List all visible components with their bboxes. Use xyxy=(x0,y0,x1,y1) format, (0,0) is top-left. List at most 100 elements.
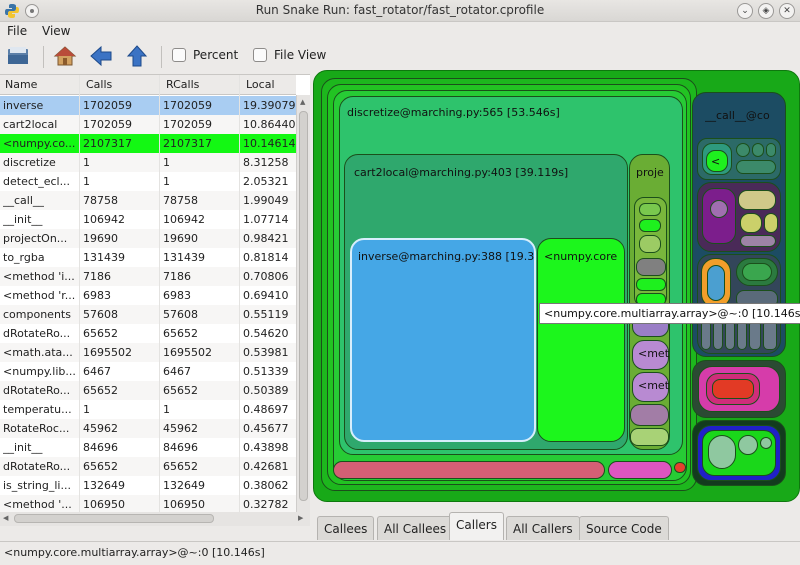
table-row[interactable]: to_rgba 131439 131439 0.81814 xyxy=(0,248,296,267)
treemap-node[interactable] xyxy=(713,320,723,350)
column-header-rcalls[interactable]: RCalls xyxy=(166,78,199,91)
treemap-node[interactable] xyxy=(760,437,772,449)
treemap-node[interactable] xyxy=(764,213,778,233)
table-cell: 7186 xyxy=(83,270,111,283)
minimize-button[interactable]: ⌄ xyxy=(737,3,753,19)
treemap-node[interactable] xyxy=(740,213,762,233)
treemap-label: __call__@co xyxy=(705,109,770,122)
table-cell: 0.38062 xyxy=(243,479,289,492)
up-arrow-icon[interactable] xyxy=(125,44,149,68)
table-row[interactable]: <method 'i... 7186 7186 0.70806 xyxy=(0,267,296,286)
treemap-node-numpy-core[interactable]: <numpy.core xyxy=(537,238,625,442)
treemap-node[interactable] xyxy=(736,143,750,157)
table-cell: RotateRoc... xyxy=(3,422,70,435)
treemap-node-met[interactable]: <met xyxy=(632,372,669,402)
treemap-node[interactable] xyxy=(766,143,776,157)
treemap-node[interactable] xyxy=(707,265,725,301)
table-row[interactable]: cart2local 1702059 1702059 10.86440 xyxy=(0,115,296,134)
treemap-node[interactable] xyxy=(763,320,777,350)
scroll-left-icon[interactable]: ◀ xyxy=(3,514,8,522)
back-arrow-icon[interactable] xyxy=(89,44,113,68)
table-row[interactable]: <method 'r... 6983 6983 0.69410 xyxy=(0,286,296,305)
treemap-node[interactable] xyxy=(608,461,672,479)
table-row[interactable]: discretize 1 1 8.31258 xyxy=(0,153,296,172)
treemap-node-met[interactable]: <met xyxy=(632,340,669,370)
menu-file[interactable]: File xyxy=(7,24,27,38)
table-row[interactable]: <math.ata... 1695502 1695502 0.53981 xyxy=(0,343,296,362)
tab-all-callers[interactable]: All Callers xyxy=(506,516,580,540)
treemap-node[interactable] xyxy=(636,258,666,276)
table-row[interactable]: temperatu... 1 1 0.48697 xyxy=(0,400,296,419)
treemap-node-inverse[interactable]: inverse@marching.py:388 [19.3 xyxy=(350,238,536,442)
treemap-node[interactable] xyxy=(712,379,754,399)
treemap-node[interactable] xyxy=(737,320,747,350)
table-cell: temperatu... xyxy=(3,403,72,416)
table-row[interactable]: inverse 1702059 1702059 19.39079 xyxy=(0,96,296,115)
column-divider xyxy=(159,75,160,526)
column-header-name[interactable]: Name xyxy=(5,78,37,91)
column-header-calls[interactable]: Calls xyxy=(86,78,112,91)
treemap-node[interactable] xyxy=(636,278,666,291)
treemap-node[interactable] xyxy=(738,190,776,210)
treemap-node[interactable] xyxy=(701,320,711,350)
table-cell: 2107317 xyxy=(163,137,212,150)
table-row[interactable]: __call__ 78758 78758 1.99049 xyxy=(0,191,296,210)
table-cell: 1695502 xyxy=(163,346,212,359)
table-row[interactable]: <numpy.co... 2107317 2107317 10.14614 xyxy=(0,134,296,153)
menu-view[interactable]: View xyxy=(42,24,70,38)
maximize-button[interactable]: ◈ xyxy=(758,3,774,19)
table-row[interactable]: __init__ 84696 84696 0.43898 xyxy=(0,438,296,457)
treemap-node[interactable] xyxy=(639,203,661,216)
tab-all-callees[interactable]: All Callees xyxy=(377,516,454,540)
column-header-local[interactable]: Local xyxy=(246,78,275,91)
table-row[interactable]: <numpy.lib... 6467 6467 0.51339 xyxy=(0,362,296,381)
table-row[interactable]: dRotateRo... 65652 65652 0.54620 xyxy=(0,324,296,343)
treemap-node[interactable] xyxy=(752,143,764,157)
close-button[interactable]: ✕ xyxy=(779,3,795,19)
open-file-icon[interactable] xyxy=(6,44,30,68)
treemap-node[interactable] xyxy=(749,320,761,350)
treemap-node[interactable] xyxy=(639,219,661,232)
treemap-node[interactable] xyxy=(630,404,669,426)
treemap-node[interactable] xyxy=(740,235,776,247)
table-cell: discretize xyxy=(3,156,56,169)
table-cell: 1702059 xyxy=(163,118,212,131)
treemap-node[interactable] xyxy=(742,263,772,281)
table-vertical-scrollbar[interactable]: ▲ ▼ xyxy=(296,95,310,526)
table-cell: 84696 xyxy=(163,441,198,454)
tab-source-code[interactable]: Source Code xyxy=(579,516,669,540)
table-horizontal-scrollbar[interactable]: ◀ ▶ xyxy=(0,512,310,526)
horizontal-scroll-thumb[interactable] xyxy=(14,514,214,523)
scroll-right-icon[interactable]: ▶ xyxy=(298,514,303,522)
table-row[interactable]: dRotateRo... 65652 65652 0.50389 xyxy=(0,381,296,400)
treemap-node[interactable] xyxy=(674,462,686,473)
table-cell: projectOn... xyxy=(3,232,68,245)
tab-callees[interactable]: Callees xyxy=(317,516,375,540)
treemap-node[interactable] xyxy=(710,200,728,218)
table-row[interactable]: projectOn... 19690 19690 0.98421 xyxy=(0,229,296,248)
table-row[interactable]: dRotateRo... 65652 65652 0.42681 xyxy=(0,457,296,476)
treemap-node[interactable] xyxy=(333,461,605,479)
treemap-node[interactable] xyxy=(630,428,669,446)
table-row[interactable]: RotateRoc... 45962 45962 0.45677 xyxy=(0,419,296,438)
table-cell: <math.ata... xyxy=(3,346,73,359)
treemap-node[interactable] xyxy=(639,235,661,253)
treemap-node[interactable] xyxy=(738,435,758,455)
table-cell: 65652 xyxy=(83,327,118,340)
percent-checkbox[interactable] xyxy=(172,48,186,62)
table-row[interactable]: __init__ 106942 106942 1.07714 xyxy=(0,210,296,229)
scrollbar-thumb[interactable] xyxy=(299,111,308,501)
table-row[interactable]: components 57608 57608 0.55119 xyxy=(0,305,296,324)
treemap-node[interactable] xyxy=(708,435,736,469)
treemap-node[interactable] xyxy=(736,160,776,174)
scroll-up-icon[interactable]: ▲ xyxy=(300,98,305,106)
home-icon[interactable] xyxy=(53,44,77,68)
table-row[interactable]: is_string_li... 132649 132649 0.38062 xyxy=(0,476,296,495)
treemap-node[interactable] xyxy=(725,320,735,350)
table-row[interactable]: detect_ecl... 1 1 2.05321 xyxy=(0,172,296,191)
file-view-label: File View xyxy=(274,48,327,62)
file-view-checkbox[interactable] xyxy=(253,48,267,62)
tab-callers[interactable]: Callers xyxy=(449,512,504,540)
window-title: Run Snake Run: fast_rotator/fast_rotator… xyxy=(255,3,545,17)
treemap-node-lt[interactable]: < xyxy=(706,150,728,172)
